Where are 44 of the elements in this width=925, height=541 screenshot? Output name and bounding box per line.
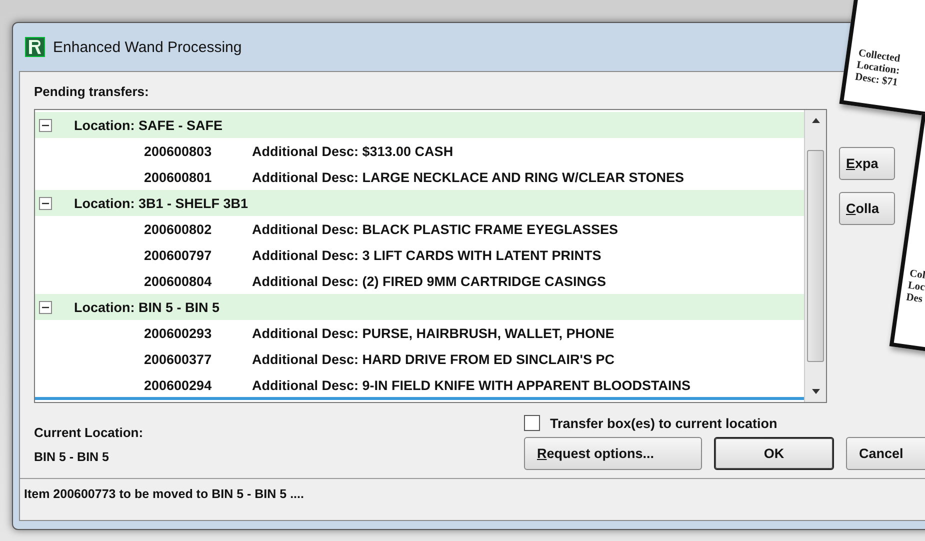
item-number: 200600804 <box>144 274 213 288</box>
current-location-label: Current Location: <box>34 425 144 440</box>
card-text: Loc <box>907 280 925 294</box>
pending-transfers-label: Pending transfers: <box>34 84 149 99</box>
request-options-button[interactable]: Request options... <box>524 437 702 470</box>
item-number: 200600797 <box>144 248 213 262</box>
item-description: Additional Desc: $313.00 CASH <box>252 144 454 158</box>
item-description: Additional Desc: LARGE NECKLACE AND RING W/CLEAR STONES <box>252 170 684 184</box>
location-label: Location: SAFE - SAFE <box>74 118 222 132</box>
location-group-row[interactable]: Location: BIN 5 - BIN 5 <box>35 294 804 320</box>
window-title: Enhanced Wand Processing <box>53 38 242 56</box>
collapse-button[interactable]: Colla <box>839 192 895 225</box>
ok-button[interactable]: OK <box>714 437 834 470</box>
item-number: 200600377 <box>144 352 213 366</box>
collapse-icon[interactable] <box>39 196 52 210</box>
scroll-up-icon[interactable] <box>812 118 820 123</box>
item-description: Additional Desc: BLACK PLASTIC FRAME EYEGLASSES <box>252 222 618 236</box>
item-number: 200600803 <box>144 144 213 158</box>
item-number: 200600293 <box>144 326 213 340</box>
cancel-button[interactable]: Cancel <box>846 437 925 470</box>
scrollbar-thumb[interactable] <box>807 150 824 362</box>
item-description: Additional Desc: 3 LIFT CARDS WITH LATENT PRINTS <box>252 248 602 262</box>
current-location-value: BIN 5 - BIN 5 <box>34 450 110 464</box>
item-number: 200600801 <box>144 170 213 184</box>
expand-button[interactable]: Expa <box>839 147 895 180</box>
item-number: 200600294 <box>144 378 213 392</box>
item-description: Additional Desc: (2) FIRED 9MM CARTRIDGE CASINGS <box>252 274 606 288</box>
scrollbar[interactable] <box>804 110 826 402</box>
location-label: Location: 3B1 - SHELF 3B1 <box>74 196 248 210</box>
transfer-checkbox[interactable]: Transfer box(es) to current location <box>524 415 925 431</box>
collapse-icon[interactable] <box>39 300 52 314</box>
transfers-tree[interactable] <box>34 109 827 403</box>
app-logo-icon <box>25 37 45 57</box>
location-label: Location: BIN 5 - BIN 5 <box>74 300 220 314</box>
item-description: Additional Desc: HARD DRIVE FROM ED SINCLAIR'S PC <box>252 352 614 366</box>
item-description: Additional Desc: PURSE, HAIRBRUSH, WALLET, PHONE <box>252 326 614 340</box>
location-group-row[interactable]: Location: 3B1 - SHELF 3B1 <box>35 190 804 216</box>
location-group-row[interactable]: Location: SAFE - SAFE <box>35 112 804 138</box>
scroll-down-icon[interactable] <box>812 389 820 394</box>
card-text: Des <box>905 292 924 308</box>
status-text: Item 200600773 to be moved to BIN 5 - BIN 5 .... <box>24 487 304 501</box>
item-number: 200600802 <box>144 222 213 236</box>
item-description: Additional Desc: 9-IN FIELD KNIFE WITH APPARENT BLOODSTAINS <box>252 378 691 392</box>
collapse-icon[interactable] <box>39 118 52 132</box>
